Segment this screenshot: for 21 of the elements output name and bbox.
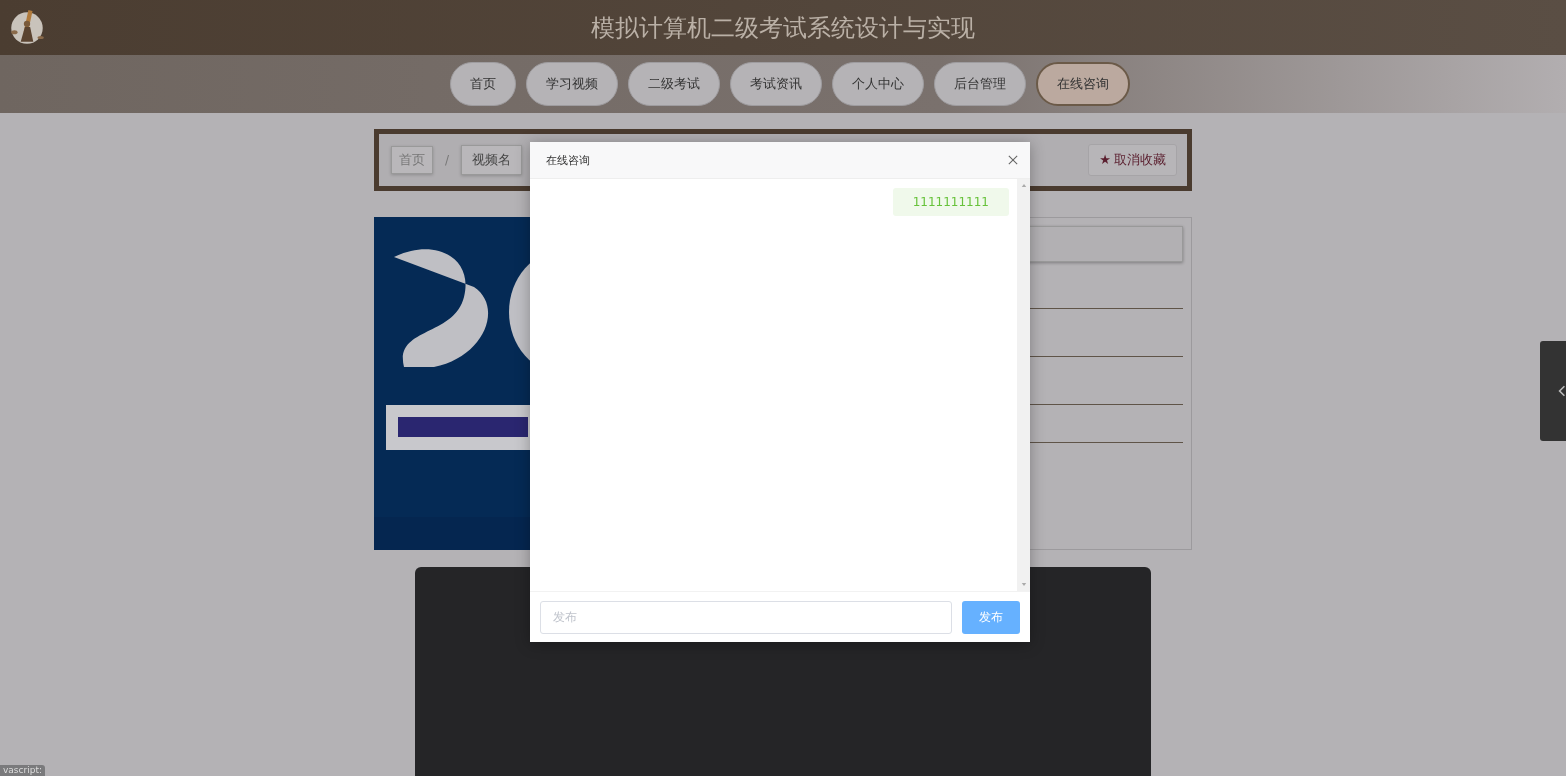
close-icon[interactable] [1008, 155, 1018, 165]
nav-tab[interactable]: 后台管理 [934, 62, 1026, 106]
unfavorite-button[interactable]: ★ 取消收藏 [1088, 144, 1177, 176]
site-title: 模拟计算机二级考试系统设计与实现 [591, 12, 975, 44]
scrollbar[interactable] [1017, 179, 1030, 591]
dialog-title: 在线咨询 [546, 152, 590, 168]
status-text: vascript: [0, 765, 45, 776]
nav-tab[interactable]: 二级考试 [628, 62, 720, 106]
nav-tab[interactable]: 个人中心 [832, 62, 924, 106]
message-input[interactable]: 发布 [540, 600, 952, 634]
nav-tab[interactable]: 首页 [450, 62, 516, 106]
chevron-left-icon [1558, 383, 1566, 399]
nav-tab[interactable]: 在线咨询 [1036, 62, 1130, 106]
breadcrumb-link[interactable]: 视频名 [461, 145, 523, 175]
scroll-up-icon[interactable] [1020, 183, 1027, 188]
breadcrumb-separator: / [445, 153, 450, 167]
chat-message: 1111111111 [892, 188, 1009, 216]
scroll-down-icon[interactable] [1020, 582, 1027, 587]
side-toggle-tab[interactable] [1540, 341, 1566, 441]
nav-tab[interactable]: 考试资讯 [730, 62, 822, 106]
nav-tab[interactable]: 学习视频 [526, 62, 618, 106]
